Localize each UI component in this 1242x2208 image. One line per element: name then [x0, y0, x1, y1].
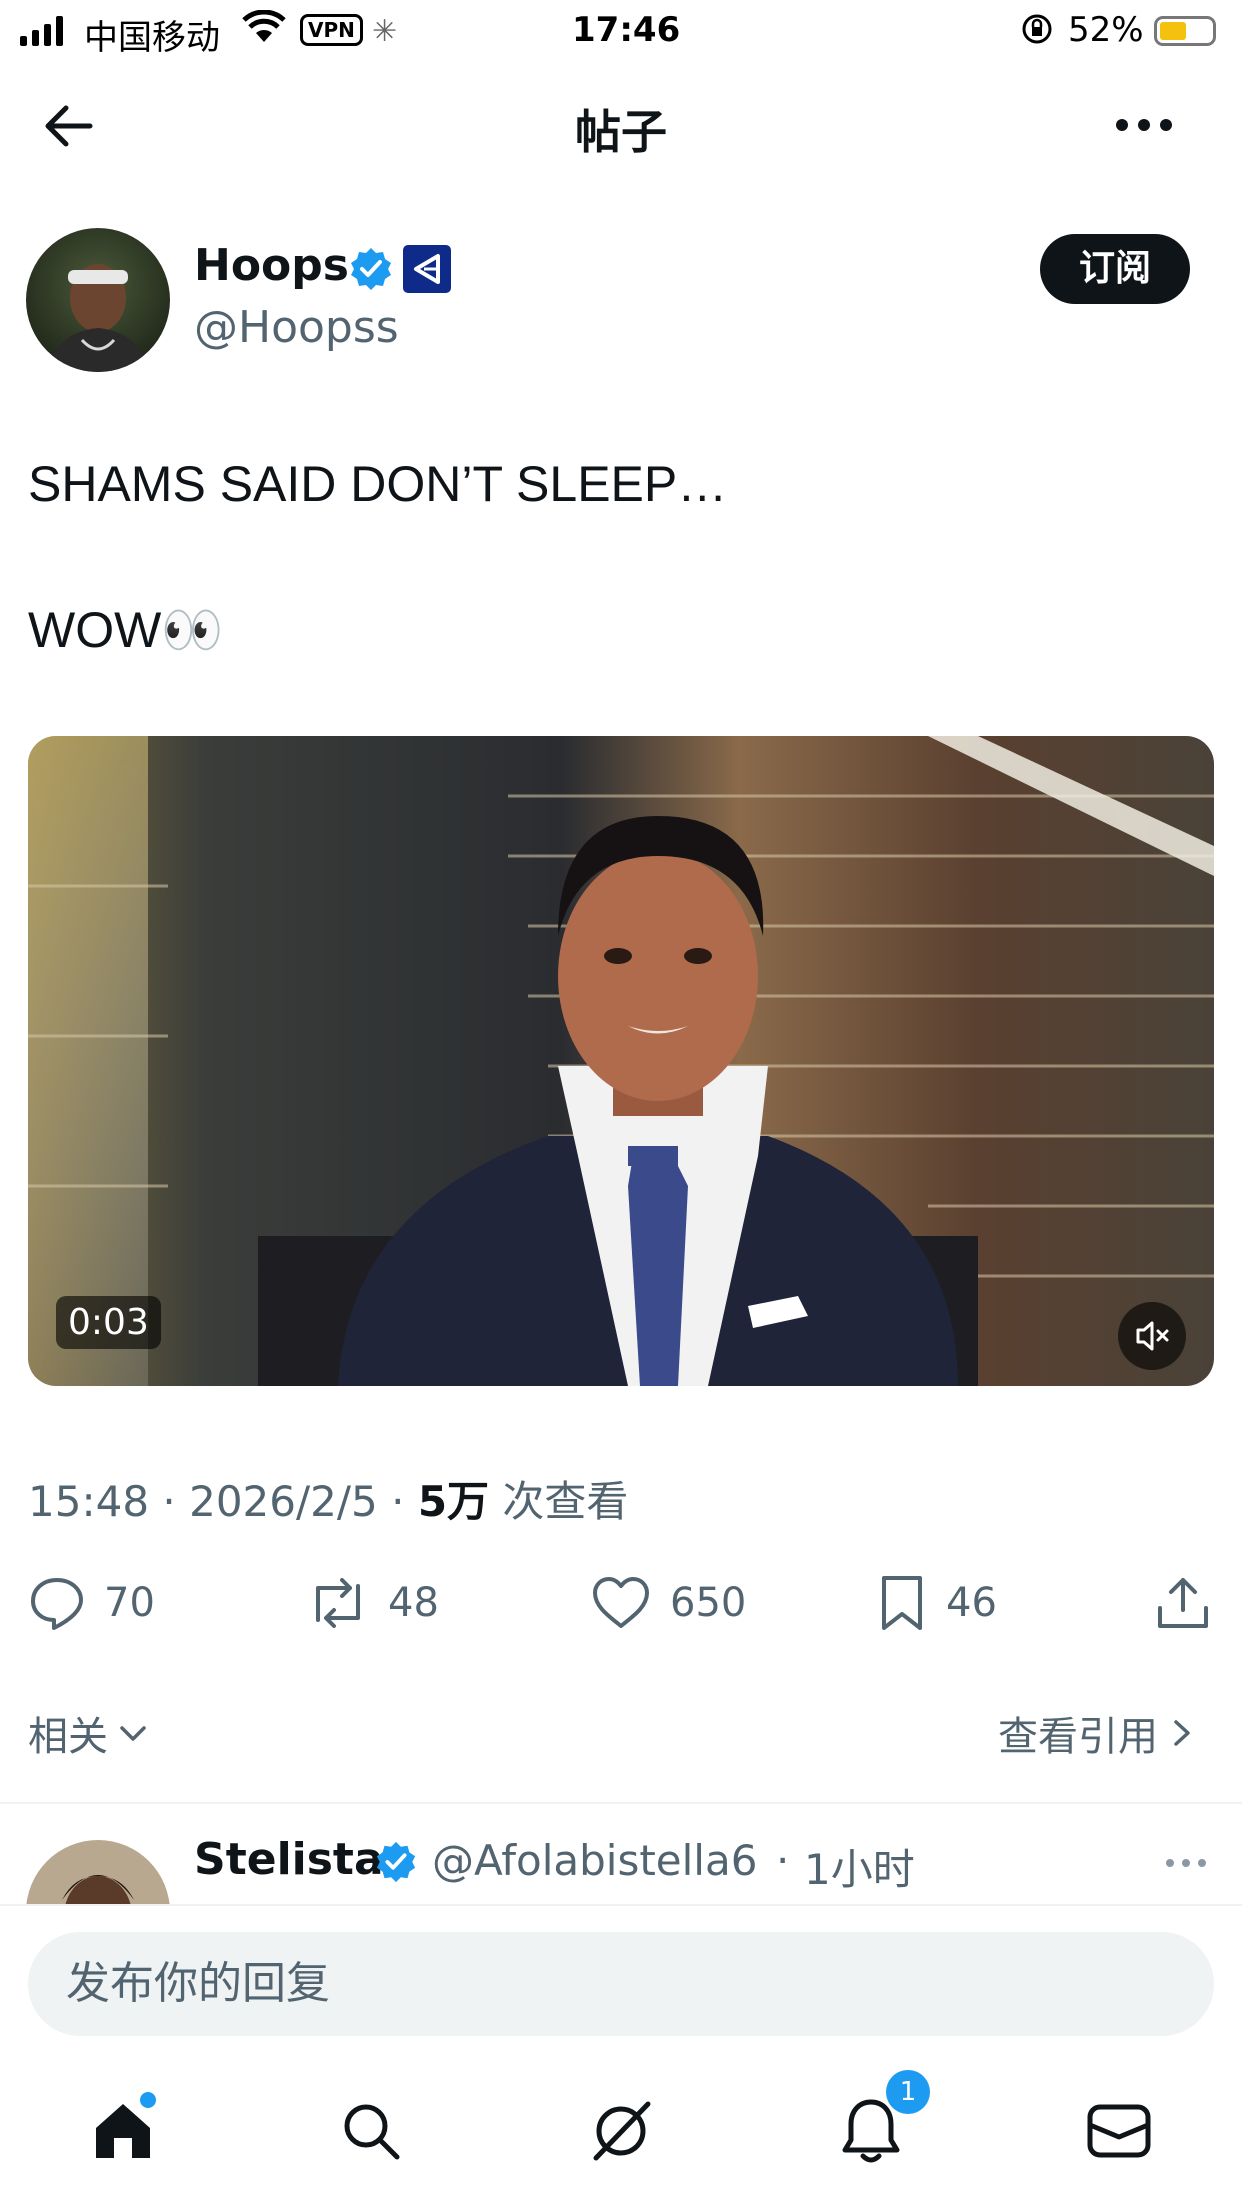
tab-search[interactable] [326, 2086, 416, 2176]
tab-grok[interactable] [576, 2086, 666, 2176]
post-text-line-2: WOW👀 [28, 602, 224, 658]
post-meta: 15:48 · 2026/2/5 · 5万 次查看 [28, 1468, 628, 1529]
post-text-line-1: SHAMS SAID DON’T SLEEP… [28, 456, 728, 512]
page-title: 帖子 [575, 105, 667, 159]
tab-messages[interactable] [1074, 2086, 1164, 2176]
author-name[interactable]: Hoops [194, 240, 349, 291]
reply-author-name[interactable]: Stelista [194, 1834, 384, 1885]
battery-icon [1154, 16, 1216, 46]
related-toggle[interactable]: 相关 [28, 1704, 150, 1762]
like-action[interactable]: 650 [590, 1574, 746, 1632]
reply-preview[interactable]: Stelista @Afolabistella6 · 1小时 [0, 1804, 1242, 1904]
notifications-badge: 1 [886, 2070, 930, 2114]
views-count: 5万 [417, 1477, 490, 1526]
repost-icon [316, 1578, 360, 1628]
battery-percent: 52% [1068, 10, 1144, 50]
meta-separator: · [162, 1477, 190, 1526]
search-icon [344, 2104, 400, 2160]
bookmark-action[interactable]: 46 [876, 1574, 997, 1632]
related-label: 相关 [28, 1714, 108, 1760]
mute-toggle[interactable] [1118, 1302, 1186, 1370]
carrier-label: 中国移动 [84, 18, 220, 58]
chevron-right-icon [1174, 1720, 1190, 1746]
reply-separator: · [776, 1836, 790, 1885]
grok-icon [593, 2101, 651, 2161]
repost-action[interactable]: 48 [306, 1574, 439, 1632]
post-date: 2026/2/5 [189, 1477, 378, 1526]
signal-icon [20, 16, 63, 46]
reply-author-handle[interactable]: @Afolabistella6 [432, 1836, 757, 1885]
video-frame [28, 736, 1214, 1386]
clock: 17:46 [572, 10, 681, 50]
reply-icon [31, 1578, 83, 1630]
repost-count: 48 [388, 1580, 439, 1626]
divider [0, 1904, 1242, 1906]
author-handle[interactable]: @Hoopss [194, 302, 399, 353]
subscribe-button[interactable]: 订阅 [1040, 234, 1190, 304]
loading-icon: ✳ [372, 14, 398, 49]
vpn-badge: VPN [300, 14, 363, 46]
bookmark-count: 46 [946, 1580, 997, 1626]
orientation-lock-icon [1020, 12, 1054, 55]
reply-count: 70 [104, 1580, 155, 1626]
author-avatar[interactable] [26, 228, 170, 372]
verified-badge-icon [374, 1840, 418, 1884]
affiliate-badge-icon [402, 244, 452, 294]
reply-action[interactable]: 70 [28, 1574, 155, 1632]
muted-speaker-icon [1136, 1321, 1169, 1351]
reply-avatar[interactable] [26, 1840, 170, 1904]
like-count: 650 [670, 1580, 747, 1626]
post-time: 15:48 [28, 1477, 150, 1526]
view-quotes-link[interactable]: 查看引用 [998, 1704, 1196, 1762]
bookmark-icon [882, 1576, 922, 1630]
reply-input[interactable]: 发布你的回复 [28, 1932, 1214, 2036]
more-options-icon[interactable] [1114, 110, 1174, 140]
meta-separator: · [391, 1477, 418, 1526]
back-arrow-icon[interactable] [40, 98, 96, 154]
status-bar: 中国移动 VPN ✳ 17:46 52% [0, 0, 1242, 64]
wifi-icon [242, 9, 286, 53]
heart-icon [593, 1577, 649, 1628]
home-unread-dot [140, 2092, 156, 2108]
chevron-down-icon [120, 1726, 146, 1741]
view-quotes-label: 查看引用 [998, 1714, 1158, 1760]
verified-badge-icon [348, 246, 394, 292]
share-icon[interactable] [1154, 1574, 1212, 1632]
reply-time: 1小时 [804, 1845, 915, 1894]
views-label: 次查看 [502, 1477, 629, 1526]
video-duration: 0:03 [56, 1296, 161, 1349]
video-player[interactable]: 0:03 [28, 736, 1214, 1386]
mail-icon [1087, 2104, 1151, 2158]
reply-more-icon[interactable] [1164, 1856, 1208, 1870]
